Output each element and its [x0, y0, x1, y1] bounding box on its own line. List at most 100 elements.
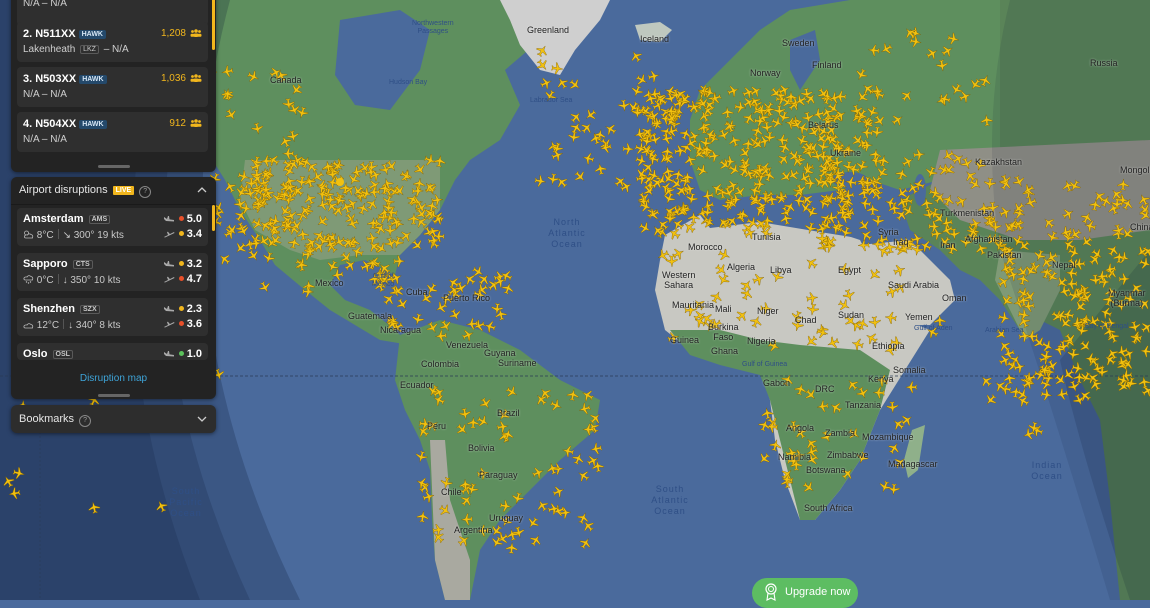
country-label: Ghana: [711, 346, 739, 356]
flight-route: Lakenheath LKZ – N/A: [23, 44, 129, 55]
country-label: Venezuela: [446, 340, 489, 350]
country-label: Morocco: [688, 242, 723, 252]
panel-resize-handle[interactable]: [97, 165, 130, 168]
airport-name: Oslo: [23, 348, 48, 360]
country-label: Puerto Rico: [443, 293, 491, 303]
selected-aircraft-marker[interactable]: [336, 178, 344, 186]
country-label: Namibia: [778, 452, 812, 462]
panel-resize-handle[interactable]: [97, 394, 130, 397]
help-icon[interactable]: ?: [139, 186, 152, 198]
wind: ↓ 350° 10 kts: [62, 275, 121, 286]
arrival-plane-icon: [163, 216, 174, 222]
country-label: Yemen: [905, 312, 933, 322]
country-label: Ecuador: [400, 380, 434, 390]
scrollbar-thumb[interactable]: [212, 0, 215, 50]
country-label: Sweden: [782, 38, 815, 48]
status-dot: [178, 321, 184, 326]
country-label: Ethiopia: [872, 341, 905, 351]
arrivals-disruption-index: 2.3: [163, 303, 202, 315]
airport-name: Amsterdam: [23, 213, 84, 225]
chevron-up-icon[interactable]: [196, 184, 208, 196]
panel-title: Bookmarks: [19, 413, 75, 425]
country-label: Canada: [270, 75, 302, 85]
airport-disruption-item[interactable]: Sapporo CTS 0°C ↓ 350° 10 kts 3.2 4.7: [17, 253, 208, 291]
country-label: Kenya: [868, 374, 894, 384]
arrival-plane-icon: [163, 306, 174, 312]
flight-route: N/A – N/A: [23, 89, 67, 100]
country-label: Sudan: [838, 310, 865, 320]
upgrade-label: Upgrade now: [785, 586, 851, 598]
country-label: Oman: [942, 293, 967, 303]
airport-name: Sapporo: [23, 258, 68, 270]
wind: ↓ 340° 8 kts: [68, 320, 121, 331]
sea-label: Arabian Sea: [985, 327, 1024, 334]
airport-disruption-item[interactable]: Oslo OSL 1.0: [17, 343, 208, 360]
aircraft-type-badge: HAWK: [79, 75, 107, 84]
country-label: Myanmar (Burma): [1108, 288, 1146, 308]
country-label: Zimbabwe: [827, 450, 869, 460]
status-dot: [178, 231, 184, 236]
tracker-count: 1,208: [161, 28, 202, 39]
arrivals-disruption-index: 1.0: [163, 348, 202, 360]
sea-label: Northwestern Passages: [412, 20, 454, 35]
country-label: Iceland: [640, 34, 670, 44]
bookmarks-panel[interactable]: Bookmarks?: [11, 405, 216, 433]
departures-disruption-index: 4.7: [163, 273, 202, 285]
country-label: Paraguay: [479, 470, 518, 480]
people-icon: [190, 29, 202, 37]
flight-list-item[interactable]: 4. N504XX HAWK 912 N/A – N/A: [17, 112, 208, 152]
airport-disruption-item[interactable]: Shenzhen SZX 12°C ↓ 340° 8 kts 2.3 3.6: [17, 298, 208, 336]
country-label: Mongolia: [1120, 165, 1150, 175]
help-icon[interactable]: ?: [79, 415, 92, 427]
disruptions-header[interactable]: Airport disruptions LIVE?: [11, 177, 216, 205]
country-label: Cuba: [406, 287, 428, 297]
departure-plane-icon: [163, 276, 175, 283]
flight-route: N/A – N/A: [23, 0, 67, 9]
country-label: Turkmenistan: [940, 208, 995, 218]
flight-list-item[interactable]: 3. N503XX HAWK 1,036 N/A – N/A: [17, 67, 208, 107]
departure-plane-icon: [163, 231, 175, 238]
country-label: Nepal: [1052, 260, 1076, 270]
disruption-map-link[interactable]: Disruption map: [11, 373, 216, 384]
people-icon: [190, 119, 202, 127]
country-label: Kazakhstan: [975, 157, 1023, 167]
flight-route: N/A – N/A: [23, 134, 67, 145]
country-label: Algeria: [727, 262, 756, 272]
flight-list-item[interactable]: 2. N511XX HAWK 1,208 Lakenheath LKZ – N/A: [17, 22, 208, 62]
country-label: China: [1130, 222, 1150, 232]
aircraft-type-badge: HAWK: [79, 120, 107, 129]
arrival-plane-icon: [163, 261, 174, 267]
country-label: Ukraine: [830, 148, 862, 158]
status-dot: [178, 261, 184, 266]
status-dot: [178, 216, 184, 221]
country-label: Nigeria: [747, 336, 776, 346]
cloud-icon: [23, 323, 34, 329]
sea-label: Gulf of Aden: [914, 325, 953, 332]
country-label: Mauritania: [672, 300, 715, 310]
country-label: Belarus: [808, 120, 839, 130]
chevron-down-icon[interactable]: [196, 413, 208, 425]
country-label: Bolivia: [468, 443, 495, 453]
scrollbar-thumb[interactable]: [212, 205, 215, 231]
airport-disruption-item[interactable]: Amsterdam AMS 8°C ↘ 300° 19 kts 5.0 3.4: [17, 208, 208, 246]
country-label: Iraq: [893, 237, 909, 247]
tracker-count: 1,036: [161, 73, 202, 84]
country-label: Libya: [770, 265, 792, 275]
sea-label: Bay of Bengal: [1085, 323, 1129, 330]
country-label: Pakistan: [987, 250, 1022, 260]
flight-callsign: 4. N504XX HAWK: [23, 118, 107, 130]
arrivals-disruption-index: 3.2: [163, 258, 202, 270]
country-label: Chile: [441, 487, 462, 497]
flight-callsign: 3. N503XX HAWK: [23, 73, 107, 85]
country-label: Afghanistan: [965, 234, 1013, 244]
country-label: Argentina: [454, 525, 493, 535]
panel-title: Airport disruptions: [19, 184, 108, 196]
airport-code-badge: LKZ: [80, 45, 99, 54]
airport-name: Shenzhen: [23, 303, 75, 315]
sea-label: Hudson Bay: [389, 79, 428, 86]
airport-code-badge: SZX: [80, 305, 100, 314]
country-label: Gabon: [763, 378, 791, 388]
country-label: Niger: [757, 306, 779, 316]
country-label: Norway: [750, 68, 781, 78]
upgrade-now-button[interactable]: Upgrade now: [752, 578, 858, 608]
